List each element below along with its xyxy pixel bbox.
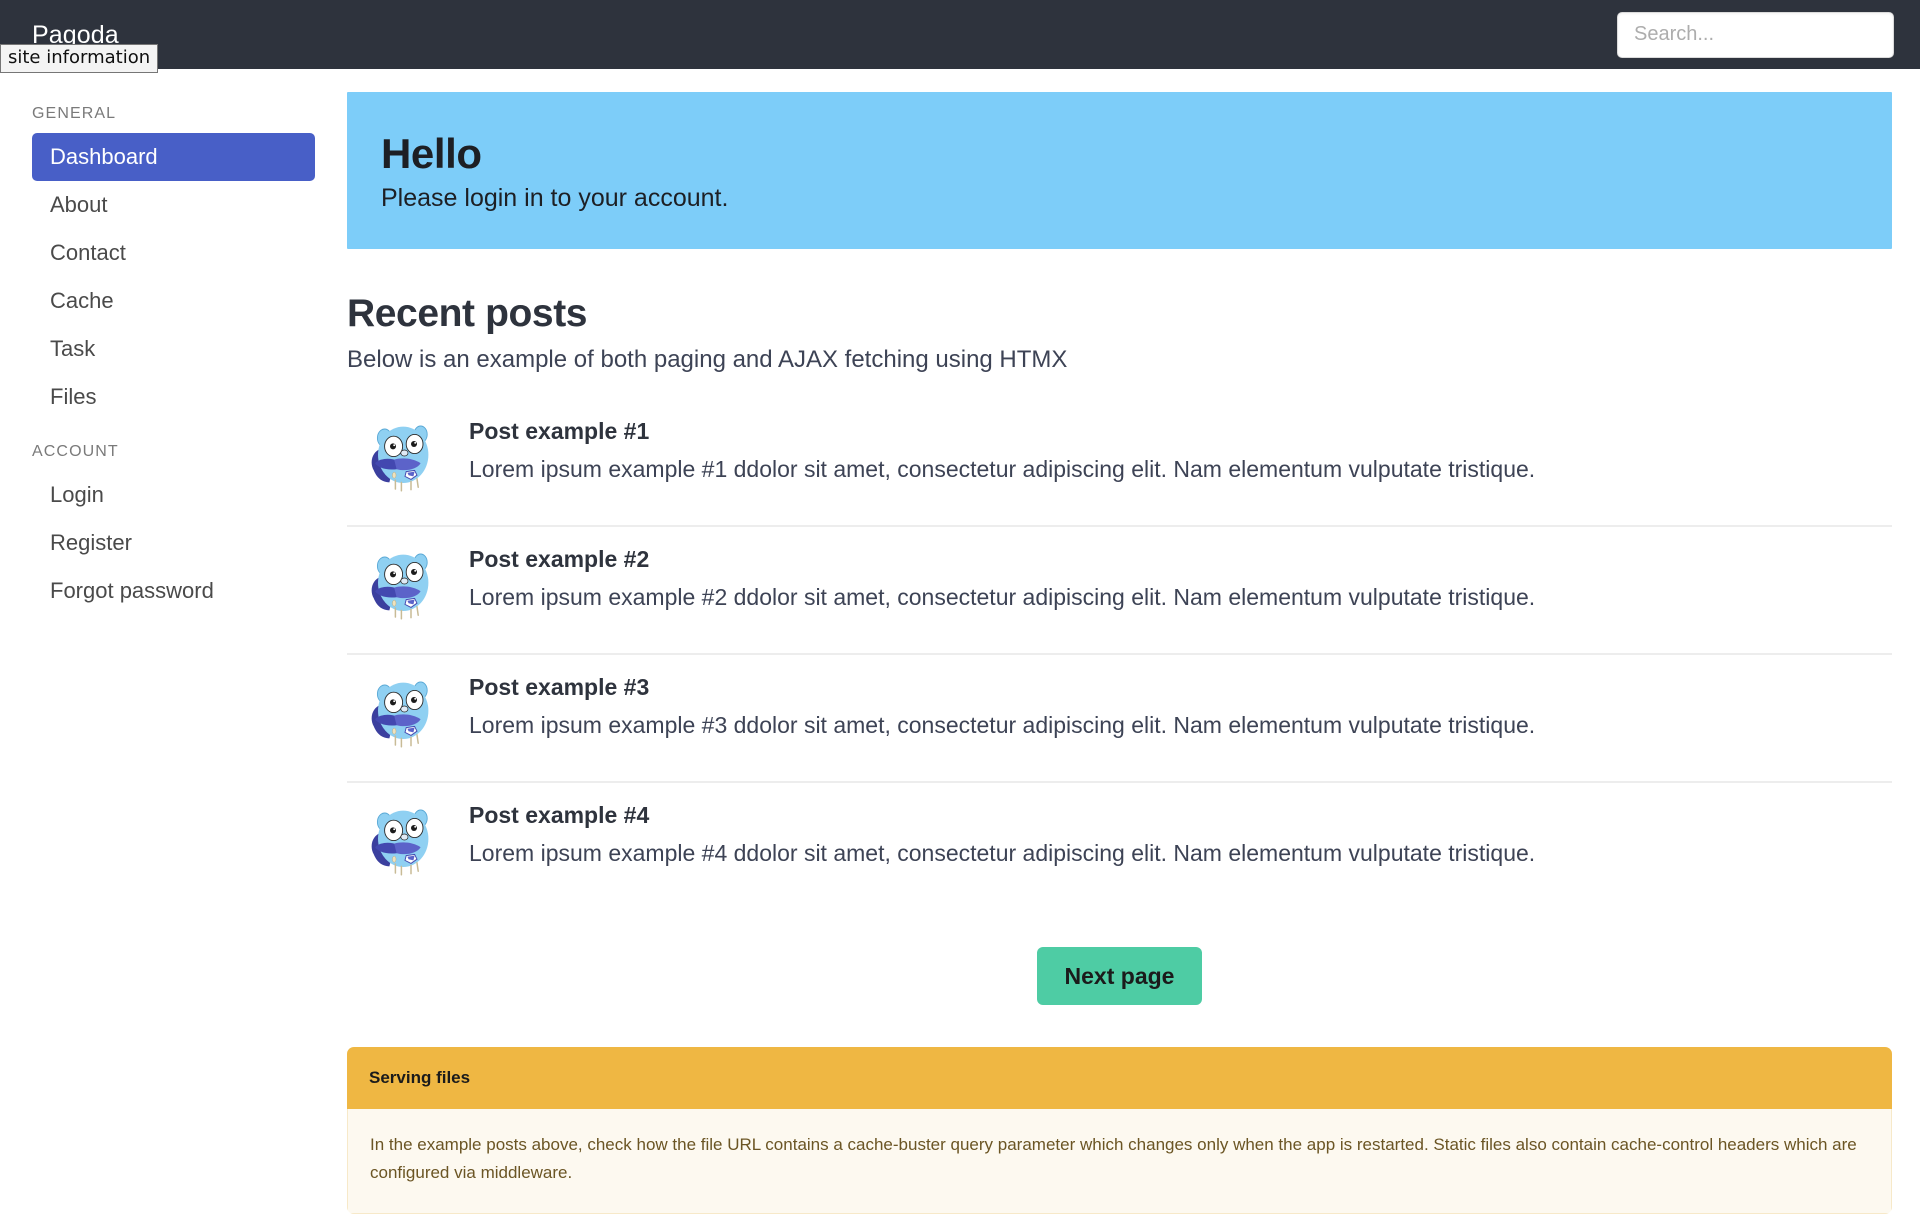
post-title[interactable]: Post example #1 <box>469 417 1892 445</box>
page-layout: GENERAL Dashboard About Contact Cache Ta… <box>0 69 1920 1214</box>
post-title[interactable]: Post example #3 <box>469 673 1892 701</box>
sidebar-item-task[interactable]: Task <box>32 325 315 373</box>
list-item: Dashboard <box>32 133 315 181</box>
list-item: About <box>32 181 315 229</box>
serving-files-message: Serving files In the example posts above… <box>347 1047 1892 1214</box>
go-gopher-icon <box>369 545 441 631</box>
sidebar-item-files[interactable]: Files <box>32 373 315 421</box>
go-gopher-icon <box>369 417 441 503</box>
posts-list: Post example #1 Lorem ipsum example #1 d… <box>347 399 1892 909</box>
sidebar-item-login[interactable]: Login <box>32 471 315 519</box>
search-box[interactable] <box>1617 11 1894 58</box>
post-title[interactable]: Post example #2 <box>469 545 1892 573</box>
sidebar-divider <box>0 421 347 435</box>
go-gopher-icon <box>369 801 441 887</box>
pagination: Next page <box>347 947 1892 1005</box>
sidebar-item-cache[interactable]: Cache <box>32 277 315 325</box>
post-content: Post example #4 Lorem ipsum example #4 d… <box>469 801 1892 868</box>
message-body: In the example posts above, check how th… <box>347 1109 1892 1214</box>
sidebar-group-label-account: ACCOUNT <box>32 443 119 460</box>
post-title[interactable]: Post example #4 <box>469 801 1892 829</box>
list-item: Cache <box>32 277 315 325</box>
table-row[interactable]: Post example #1 Lorem ipsum example #1 d… <box>347 399 1892 527</box>
sidebar: GENERAL Dashboard About Contact Cache Ta… <box>0 69 347 615</box>
search-input[interactable] <box>1634 23 1877 46</box>
hello-banner-title: Hello <box>381 130 482 177</box>
message-header: Serving files <box>347 1047 1892 1109</box>
list-item: Contact <box>32 229 315 277</box>
list-item: Register <box>32 519 315 567</box>
sidebar-item-dashboard[interactable]: Dashboard <box>32 133 315 181</box>
list-item: Forgot password <box>32 567 315 615</box>
post-content: Post example #2 Lorem ipsum example #2 d… <box>469 545 1892 612</box>
sidebar-item-register[interactable]: Register <box>32 519 315 567</box>
sidebar-list-account: Login Register Forgot password <box>0 471 347 615</box>
page-subtitle: Below is an example of both paging and A… <box>347 346 1068 373</box>
hello-banner-subtitle: Please login in to your account. <box>381 184 729 212</box>
sidebar-item-about[interactable]: About <box>32 181 315 229</box>
sidebar-group-label-general: GENERAL <box>32 105 117 122</box>
sidebar-item-contact[interactable]: Contact <box>32 229 315 277</box>
post-description: Lorem ipsum example #3 ddolor sit amet, … <box>469 712 1536 738</box>
table-row[interactable]: Post example #3 Lorem ipsum example #3 d… <box>347 655 1892 783</box>
hello-banner: Hello Please login in to your account. <box>347 92 1892 249</box>
list-item: Task <box>32 325 315 373</box>
recent-posts-heading-block: Recent posts Below is an example of both… <box>347 291 1892 376</box>
post-description: Lorem ipsum example #4 ddolor sit amet, … <box>469 840 1536 866</box>
sidebar-list-general: Dashboard About Contact Cache Task Files <box>0 133 347 421</box>
list-item: Login <box>32 471 315 519</box>
site-information-tooltip: site information <box>0 44 159 73</box>
table-row[interactable]: Post example #2 Lorem ipsum example #2 d… <box>347 527 1892 655</box>
post-description: Lorem ipsum example #2 ddolor sit amet, … <box>469 584 1536 610</box>
post-content: Post example #1 Lorem ipsum example #1 d… <box>469 417 1892 484</box>
next-page-button[interactable]: Next page <box>1036 947 1203 1005</box>
main-content: Hello Please login in to your account. R… <box>347 69 1920 1214</box>
post-description: Lorem ipsum example #1 ddolor sit amet, … <box>469 456 1536 482</box>
go-gopher-icon <box>369 673 441 759</box>
post-content: Post example #3 Lorem ipsum example #3 d… <box>469 673 1892 740</box>
page-title: Recent posts <box>347 292 588 335</box>
table-row[interactable]: Post example #4 Lorem ipsum example #4 d… <box>347 783 1892 909</box>
sidebar-item-forgot-password[interactable]: Forgot password <box>32 567 315 615</box>
list-item: Files <box>32 373 315 421</box>
top-navbar: Pagoda <box>0 0 1920 69</box>
